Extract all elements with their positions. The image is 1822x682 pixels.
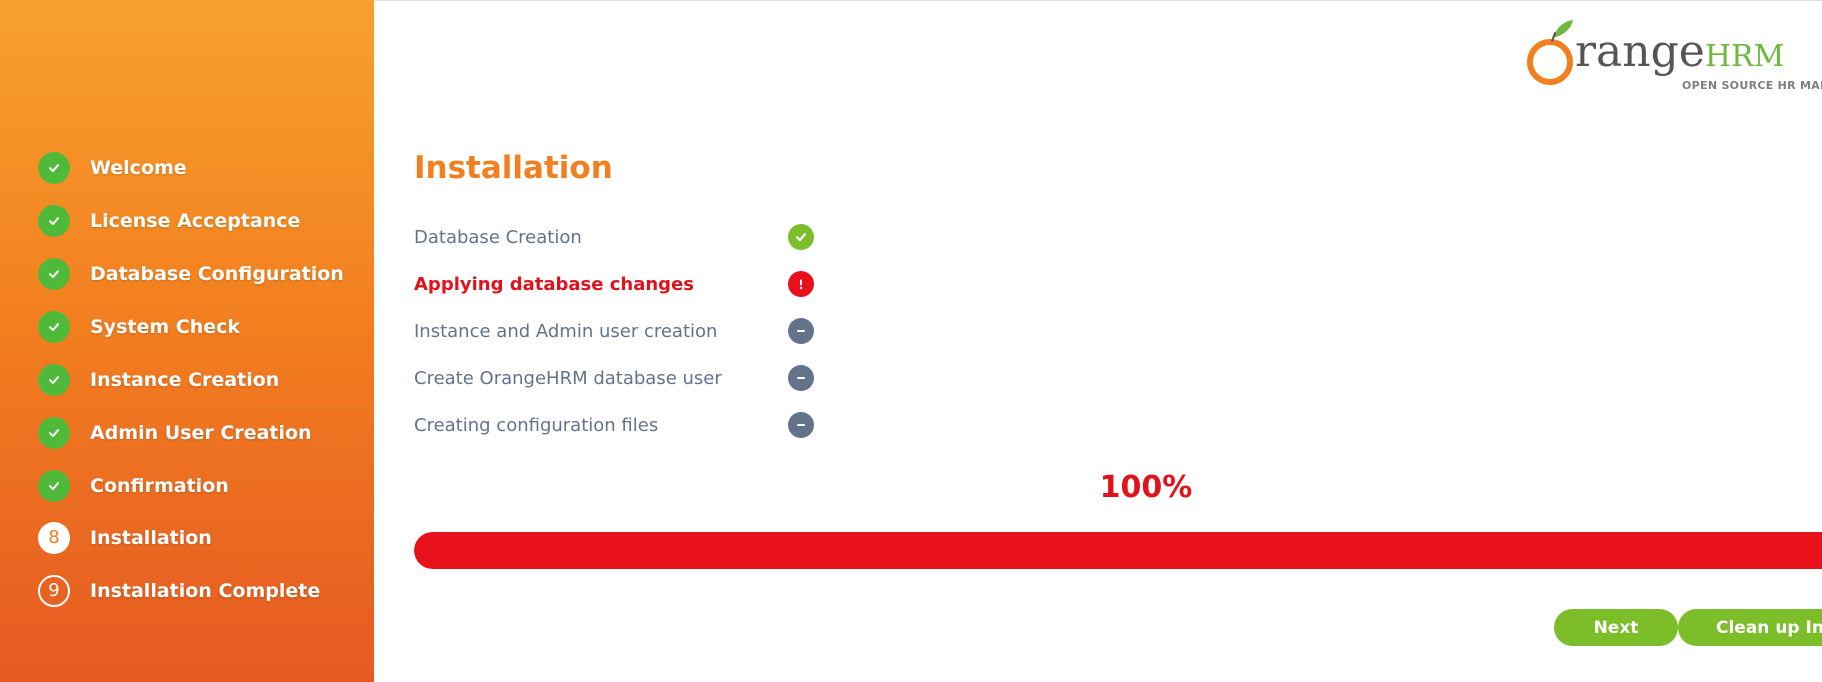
task-label: Creating configuration files [414, 414, 659, 436]
step-done-check-icon [38, 258, 70, 290]
progress-bar-fill [414, 532, 1822, 569]
minus-icon [788, 412, 814, 438]
minus-icon [788, 318, 814, 344]
step-done-check-icon [38, 205, 70, 237]
step-done-check-icon [38, 152, 70, 184]
orangehrm-logo: rangeHRM OPEN SOURCE HR MANA [1525, 16, 1822, 96]
task-config-files: Creating configuration files [414, 410, 814, 440]
step-number: 9 [48, 580, 60, 601]
step-done-check-icon [38, 364, 70, 396]
page-title: Installation [414, 150, 613, 186]
step-number-badge: 9 [38, 575, 70, 607]
step-installation-complete: 9 Installation Complete [38, 573, 320, 609]
step-label: Confirmation [90, 475, 229, 497]
progress-bar [414, 532, 1822, 569]
logo-word-range: range [1575, 26, 1705, 77]
step-label: License Acceptance [90, 210, 301, 232]
step-label: Installation [90, 527, 212, 549]
task-database-creation: Database Creation [414, 222, 814, 252]
step-confirmation: Confirmation [38, 468, 229, 504]
task-label: Applying database changes [414, 273, 694, 295]
step-installation: 8 Installation [38, 520, 212, 556]
task-applying-database-changes: Applying database changes [414, 269, 814, 299]
logo-tagline: OPEN SOURCE HR MANA [1682, 79, 1822, 92]
top-divider [374, 0, 1822, 1]
task-label: Instance and Admin user creation [414, 320, 718, 342]
step-label: Installation Complete [90, 580, 321, 602]
logo-word-hrm: HRM [1704, 39, 1785, 74]
step-label: Instance Creation [90, 369, 280, 391]
step-label: Admin User Creation [90, 422, 312, 444]
clean-up-install-button[interactable]: Clean up Inst [1678, 609, 1822, 646]
step-license-acceptance: License Acceptance [38, 203, 300, 239]
step-label: Database Configuration [90, 263, 344, 285]
minus-icon [788, 365, 814, 391]
step-instance-creation: Instance Creation [38, 362, 279, 398]
step-label: System Check [90, 316, 241, 338]
task-create-db-user: Create OrangeHRM database user [414, 363, 814, 393]
task-instance-admin-creation: Instance and Admin user creation [414, 316, 814, 346]
task-label: Database Creation [414, 226, 582, 248]
step-label: Welcome [90, 157, 187, 179]
sidebar: Welcome License Acceptance Database Conf… [0, 0, 374, 682]
exclamation-icon [788, 271, 814, 297]
check-icon [788, 224, 814, 250]
step-number: 8 [48, 527, 60, 548]
step-done-check-icon [38, 470, 70, 502]
step-system-check: System Check [38, 309, 240, 345]
progress-percent: 100% [1099, 470, 1193, 505]
step-done-check-icon [38, 311, 70, 343]
step-number-badge: 8 [38, 522, 70, 554]
step-admin-user-creation: Admin User Creation [38, 415, 312, 451]
logo-wordmark: rangeHRM [1575, 26, 1784, 77]
step-welcome: Welcome [38, 150, 187, 186]
step-database-configuration: Database Configuration [38, 256, 344, 292]
step-done-check-icon [38, 417, 70, 449]
next-button[interactable]: Next [1554, 609, 1678, 646]
task-label: Create OrangeHRM database user [414, 367, 722, 389]
